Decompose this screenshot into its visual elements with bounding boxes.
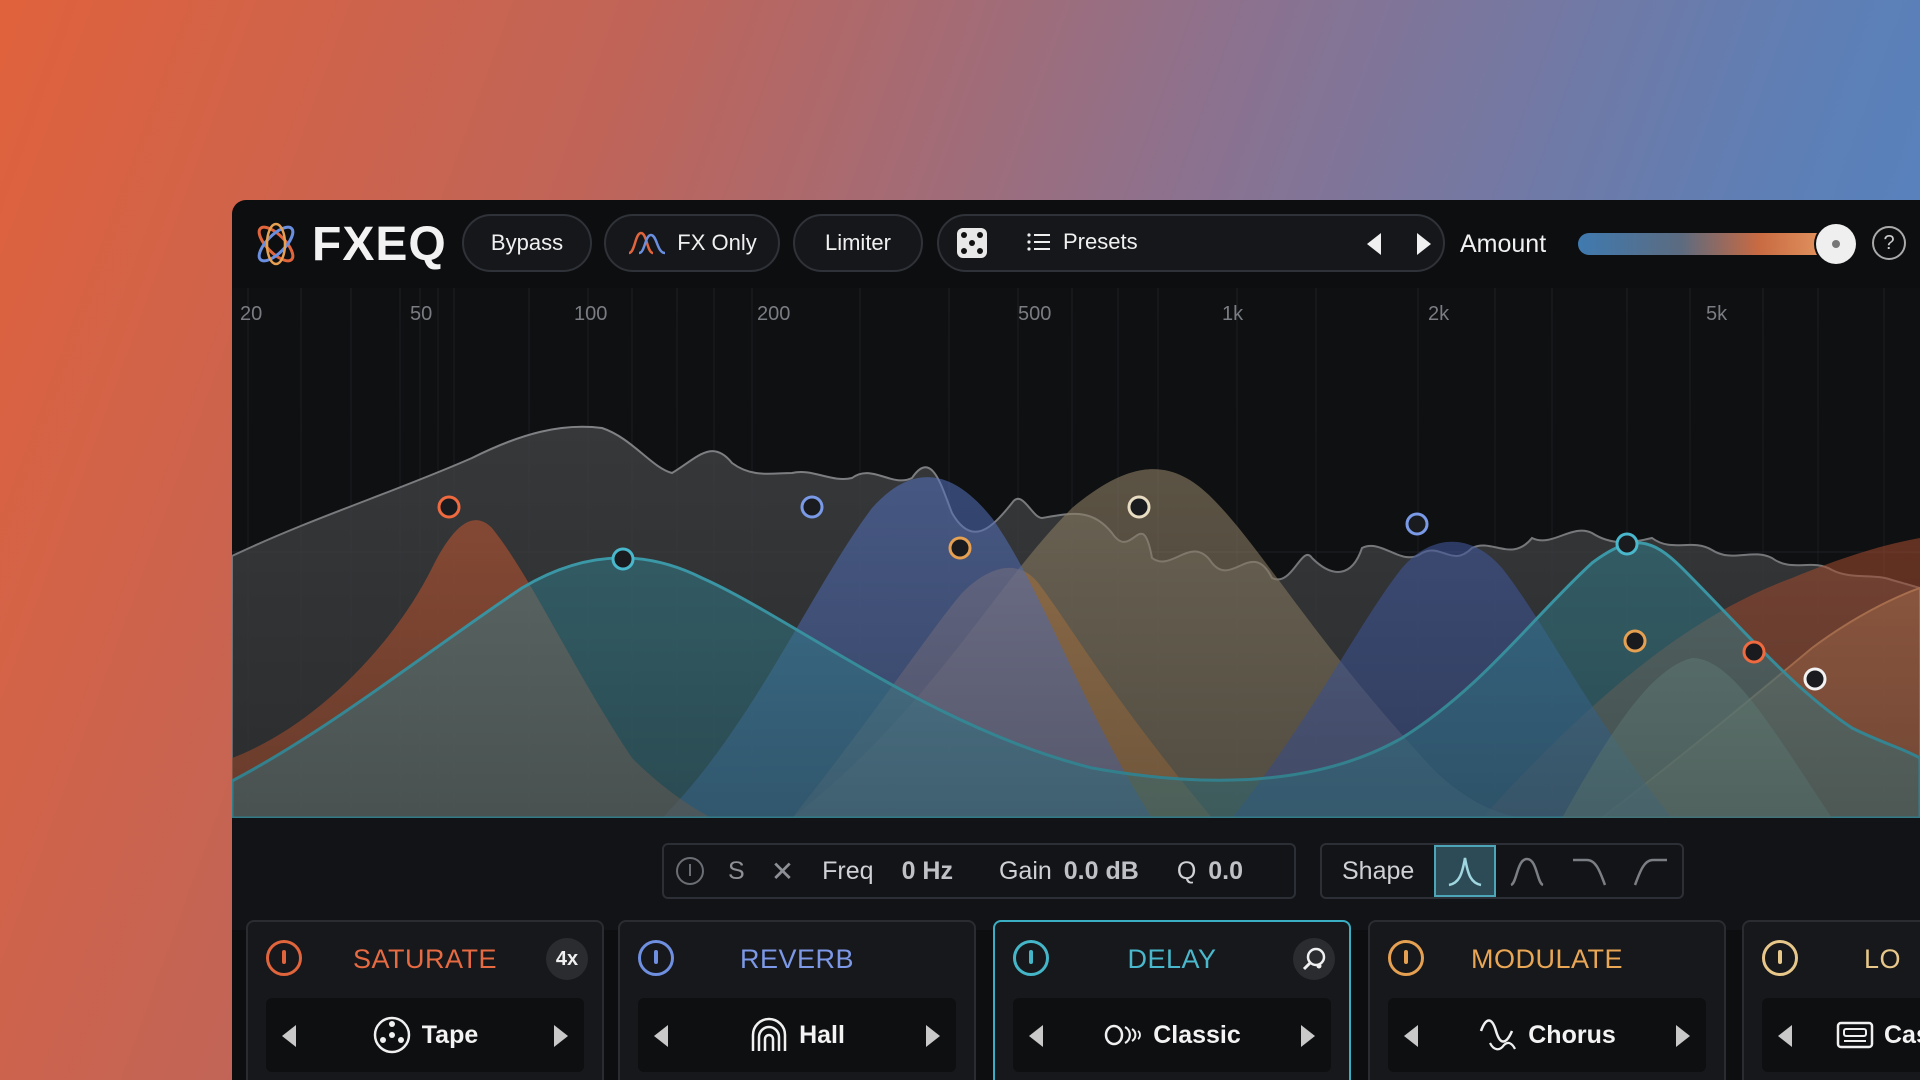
hall-icon: [751, 1017, 787, 1051]
delay-ping-pong-button[interactable]: [1293, 938, 1335, 980]
saturate-module: SATURATE 4x Tape: [246, 920, 604, 1080]
reverb-band-node[interactable]: [800, 495, 824, 519]
fxeq-logo-icon: [257, 222, 295, 266]
modulate-band-node[interactable]: [948, 536, 972, 560]
cassette-icon: [1836, 1021, 1874, 1049]
delay-preset-label: Classic: [1153, 1020, 1241, 1049]
reverb-title: REVERB: [739, 944, 855, 974]
lofi-preset-label: Cas: [1884, 1020, 1920, 1049]
modulate-high-band-node[interactable]: [1623, 629, 1647, 653]
band-delete-icon[interactable]: ✕: [771, 855, 794, 888]
lowpass-shape-icon: [1573, 858, 1607, 886]
preset-browser: Presets: [937, 214, 1445, 272]
top-toolbar: FXEQ Bypass FX Only Limiter Presets Amou…: [232, 200, 1920, 288]
limiter-button[interactable]: Limiter: [793, 214, 923, 272]
saturate-high-band-node[interactable]: [1742, 640, 1766, 664]
modulate-prev-icon[interactable]: [1404, 1025, 1418, 1047]
modulate-preset-label: Chorus: [1528, 1020, 1616, 1049]
reverb-preset-label: Hall: [799, 1020, 845, 1049]
saturate-preset-selector[interactable]: Tape: [266, 998, 584, 1072]
presets-button[interactable]: Presets: [1027, 229, 1138, 255]
saturate-prev-icon[interactable]: [282, 1025, 296, 1047]
lofi-preset-selector[interactable]: Cas: [1762, 998, 1920, 1072]
amount-slider-handle[interactable]: [1816, 224, 1856, 264]
chorus-icon: [1480, 1019, 1517, 1051]
help-icon[interactable]: ?: [1872, 226, 1906, 260]
delay-module: DELAY Classic: [993, 920, 1351, 1080]
echo-icon: [1104, 1024, 1142, 1046]
shape-highpass-button[interactable]: [1620, 845, 1682, 897]
reverb-module: REVERB Hall: [618, 920, 976, 1080]
band-power-icon[interactable]: [676, 857, 704, 885]
delay-next-icon[interactable]: [1301, 1025, 1315, 1047]
brand-title: FXEQ: [312, 218, 447, 271]
bypass-button[interactable]: Bypass: [462, 214, 592, 272]
random-preset-dice-icon[interactable]: [957, 228, 987, 258]
reverb-high-band-node[interactable]: [1405, 512, 1429, 536]
saturate-next-icon[interactable]: [554, 1025, 568, 1047]
shape-peak-button[interactable]: [1434, 845, 1497, 897]
reverb-prev-icon[interactable]: [654, 1025, 668, 1047]
modulate-module: MODULATE Chorus: [1368, 920, 1726, 1080]
modulate-next-icon[interactable]: [1676, 1025, 1690, 1047]
saturate-preset-label: Tape: [421, 1020, 479, 1049]
gain-value-field[interactable]: 0.0 dB: [1064, 857, 1139, 886]
fx-only-button[interactable]: FX Only: [604, 214, 780, 272]
graph-fade-overlay: [232, 288, 1920, 818]
list-icon: [1027, 233, 1050, 251]
lofi-module: LO Cas: [1742, 920, 1920, 1080]
reverb-next-icon[interactable]: [926, 1025, 940, 1047]
lofi-title: LO: [1864, 944, 1902, 974]
ping-pong-icon: [1302, 947, 1326, 971]
bell-shape-icon: [1510, 857, 1544, 887]
shape-lowpass-button[interactable]: [1558, 845, 1620, 897]
delay-prev-icon[interactable]: [1029, 1025, 1043, 1047]
lofi-high-band-node[interactable]: [1803, 667, 1827, 691]
fx-only-icon: [628, 231, 666, 255]
modulate-preset-selector[interactable]: Chorus: [1388, 998, 1706, 1072]
delay-high-band-node[interactable]: [1615, 532, 1639, 556]
peak-shape-icon: [1448, 857, 1482, 887]
amount-label: Amount: [1460, 230, 1547, 258]
tape-icon: [373, 1016, 410, 1054]
delay-band-node[interactable]: [611, 547, 635, 571]
band-control-bar: S ✕ Freq 0 Hz Gain 0.0 dB Q 0.0 Shape: [232, 818, 1920, 930]
lofi-power-icon[interactable]: [1762, 940, 1798, 976]
oversampling-4x-button[interactable]: 4x: [546, 938, 588, 980]
gain-label: Gain: [998, 856, 1052, 885]
shape-bell-button[interactable]: [1496, 845, 1558, 897]
limiter-label: Limiter: [824, 230, 891, 255]
freq-value-field[interactable]: 0 Hz: [902, 857, 953, 886]
fx-only-label: FX Only: [677, 230, 757, 255]
q-value-field[interactable]: 0.0: [1208, 857, 1243, 886]
band-solo-button[interactable]: S: [728, 857, 745, 886]
modulate-title: MODULATE: [1470, 944, 1623, 974]
band-parameters: S ✕ Freq 0 Hz Gain 0.0 dB Q 0.0: [662, 843, 1296, 899]
freq-label: Freq: [822, 856, 874, 885]
highpass-shape-icon: [1633, 858, 1668, 886]
q-label: Q: [1176, 856, 1197, 885]
next-preset-icon[interactable]: [1417, 233, 1431, 255]
presets-label: Presets: [1063, 229, 1138, 254]
eq-graph[interactable]: 20 50 100 200 500 1k 2k 5k: [232, 288, 1920, 818]
lofi-prev-icon[interactable]: [1778, 1025, 1792, 1047]
reverb-preset-selector[interactable]: Hall: [638, 998, 956, 1072]
bypass-label: Bypass: [490, 230, 564, 255]
fxeq-plugin-window: FXEQ Bypass FX Only Limiter Presets Amou…: [232, 200, 1920, 1080]
amount-slider[interactable]: [1578, 233, 1836, 255]
delay-preset-selector[interactable]: Classic: [1013, 998, 1331, 1072]
band-shape-selector: Shape: [1320, 843, 1684, 899]
shape-label: Shape: [1342, 856, 1415, 885]
previous-preset-icon[interactable]: [1367, 233, 1381, 255]
lofi-band-node[interactable]: [1127, 495, 1151, 519]
saturate-band-node[interactable]: [437, 495, 461, 519]
